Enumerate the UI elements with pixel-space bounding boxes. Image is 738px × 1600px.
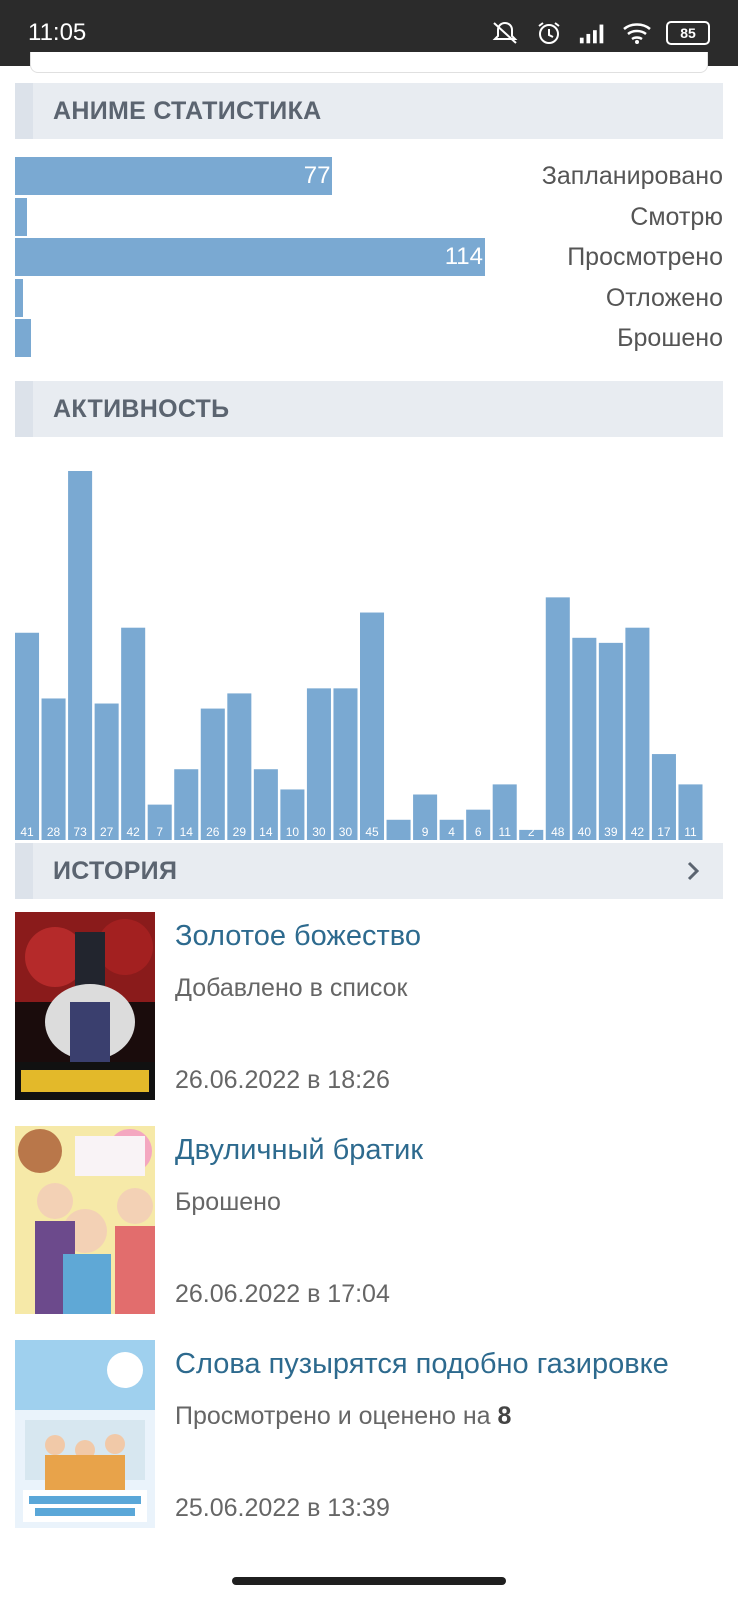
activity-bar-label: 17	[657, 825, 671, 839]
stat-bar	[15, 319, 32, 357]
activity-bar-label: 30	[312, 825, 326, 839]
history-status-text: Просмотрено и оценено на	[175, 1402, 498, 1430]
anime-poster-image[interactable]	[15, 1126, 155, 1314]
history-item[interactable]: Золотое божество Добавлено в список 26.0…	[15, 912, 723, 1102]
activity-bar[interactable]	[360, 612, 385, 840]
activity-title: АКТИВНОСТЬ	[53, 394, 230, 423]
status-icons: 85	[490, 20, 710, 46]
stat-row[interactable]: 77 Запланировано	[15, 157, 723, 195]
activity-bar-label: 30	[339, 825, 353, 839]
activity-bar[interactable]	[333, 688, 358, 840]
activity-bar-label: 40	[578, 825, 592, 839]
profile-card-edge	[30, 52, 708, 73]
history-status: Брошено	[175, 1188, 281, 1217]
activity-bar-label: 26	[206, 825, 220, 839]
anime-stats-header: АНИМЕ СТАТИСТИКА	[15, 83, 723, 139]
activity-bar[interactable]	[41, 698, 66, 840]
activity-bar[interactable]	[227, 693, 252, 840]
activity-bar[interactable]	[598, 642, 623, 840]
history-score: 8	[497, 1402, 512, 1430]
stat-row[interactable]: Брошено	[15, 319, 723, 357]
activity-bar-label: 14	[180, 825, 194, 839]
anime-stats-title: АНИМЕ СТАТИСТИКА	[53, 96, 322, 125]
stat-label: Смотрю	[630, 202, 723, 231]
stat-row[interactable]: 114 Просмотрено	[15, 238, 723, 276]
stat-row[interactable]: Смотрю	[15, 197, 723, 236]
activity-bar-label: 42	[631, 825, 645, 839]
stat-label: Отложено	[605, 283, 723, 312]
history-anime-title[interactable]: Двуличный братик	[175, 1134, 423, 1167]
history-status: Добавлено в список	[175, 974, 407, 1003]
activity-bar-label: 10	[286, 825, 300, 839]
activity-bar[interactable]	[386, 819, 411, 840]
alarm-icon	[534, 20, 564, 46]
history-item[interactable]: Двуличный братик Брошено 26.06.2022 в 17…	[15, 1126, 723, 1316]
activity-bar-label: 41	[20, 825, 34, 839]
activity-bar[interactable]	[94, 703, 119, 840]
history-item[interactable]: Слова пузырятся подобно газировке Просмо…	[15, 1340, 723, 1530]
activity-bar-label: 29	[233, 825, 247, 839]
activity-bar-label: 7	[156, 825, 163, 839]
stat-value: 77	[303, 162, 331, 189]
activity-bar[interactable]	[200, 708, 225, 840]
activity-bar-label: 6	[475, 825, 482, 839]
activity-bar-label: 4	[448, 825, 455, 839]
battery-icon: 85	[666, 21, 710, 45]
activity-bar-label: 2	[528, 825, 535, 839]
activity-chart: 41 28 73 27 42 7 14 26 29 14 10 30 30 45 9 4 6 11 2 48 40 39 4…	[15, 471, 703, 840]
history-date: 26.06.2022 в 18:26	[175, 1066, 390, 1094]
activity-bar-label: 48	[551, 825, 565, 839]
activity-bar-label: 9	[422, 825, 429, 839]
history-date: 25.06.2022 в 13:39	[175, 1494, 390, 1522]
activity-bar[interactable]	[306, 688, 331, 840]
activity-bar-label: 28	[47, 825, 61, 839]
stat-label: Запланировано	[541, 162, 723, 190]
activity-bar[interactable]	[572, 637, 597, 840]
battery-level: 85	[680, 25, 696, 41]
history-header[interactable]: ИСТОРИЯ	[15, 843, 723, 899]
mute-icon	[490, 20, 520, 46]
anime-poster-image[interactable]	[15, 1340, 155, 1528]
activity-bar-label: 11	[498, 825, 511, 839]
history-status: Просмотрено и оценено на 8	[175, 1402, 511, 1431]
stat-value: 114	[444, 243, 483, 270]
stat-bar	[15, 197, 28, 236]
stat-bar: 114	[15, 238, 485, 276]
history-status-text: Добавлено в список	[175, 974, 408, 1002]
wifi-icon	[622, 20, 652, 46]
activity-header: АКТИВНОСТЬ	[15, 381, 723, 437]
activity-bar[interactable]	[545, 597, 570, 840]
activity-bar-label: 27	[100, 825, 114, 839]
history-title: ИСТОРИЯ	[53, 856, 178, 885]
stat-row[interactable]: Отложено	[15, 278, 723, 317]
history-status-text: Брошено	[175, 1188, 281, 1216]
activity-bar[interactable]	[121, 627, 146, 840]
stat-bar	[15, 278, 24, 317]
status-time: 11:05	[28, 19, 87, 46]
signal-icon	[578, 20, 608, 46]
chevron-right-icon[interactable]	[681, 859, 705, 883]
history-anime-title[interactable]: Золотое божество	[175, 920, 421, 953]
activity-bar-label: 73	[73, 825, 87, 839]
activity-bar[interactable]	[625, 627, 650, 840]
activity-bar[interactable]	[68, 471, 93, 840]
activity-bar-label: 42	[126, 825, 140, 839]
history-anime-title[interactable]: Слова пузырятся подобно газировке	[175, 1348, 669, 1381]
gesture-nav-bar[interactable]	[232, 1577, 506, 1585]
stat-label: Просмотрено	[567, 243, 723, 271]
anime-poster-image[interactable]	[15, 912, 155, 1100]
stat-label: Брошено	[617, 324, 723, 352]
activity-bar[interactable]	[15, 632, 40, 840]
activity-bar-label: 14	[259, 825, 273, 839]
stat-bar: 77	[15, 157, 333, 195]
activity-bar-label: 39	[604, 825, 618, 839]
history-date: 26.06.2022 в 17:04	[175, 1280, 390, 1308]
activity-bar-label: 11	[684, 825, 697, 839]
activity-bar-label: 45	[365, 825, 379, 839]
